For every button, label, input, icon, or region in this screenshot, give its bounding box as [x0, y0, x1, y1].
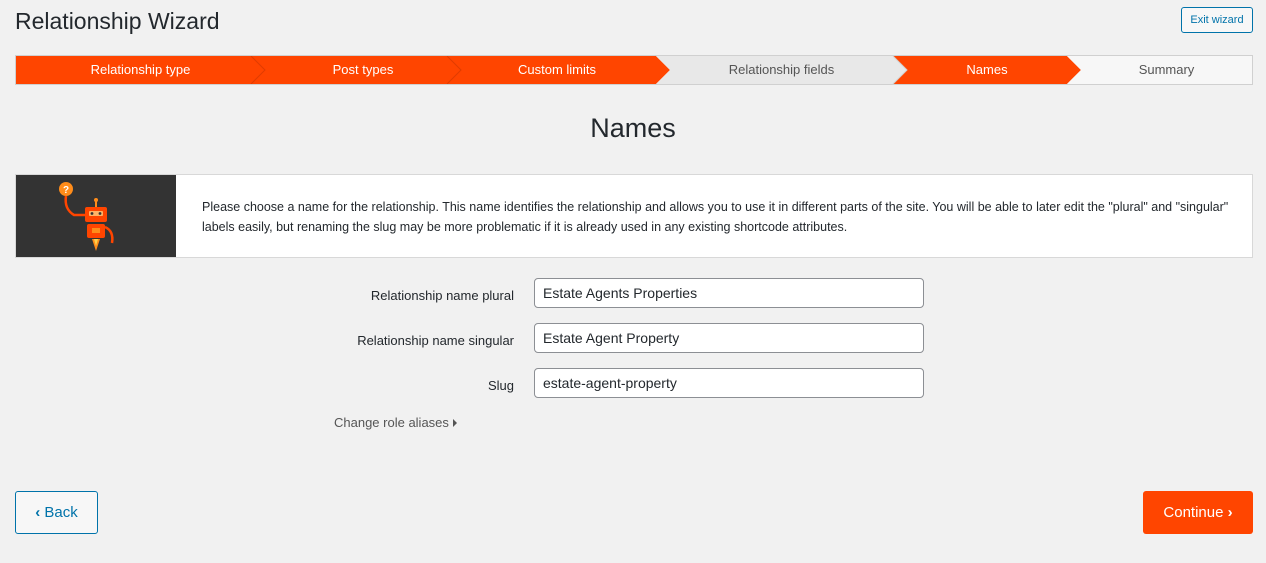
exit-wizard-button[interactable]: Exit wizard — [1181, 7, 1253, 33]
singular-name-label: Relationship name singular — [357, 333, 514, 348]
step-names[interactable]: Names — [907, 56, 1067, 84]
slug-input[interactable] — [534, 368, 924, 398]
caret-right-icon — [452, 418, 457, 427]
info-box: ? Please choose a name for the relations… — [15, 174, 1253, 258]
svg-text:?: ? — [63, 185, 69, 196]
page-title: Relationship Wizard — [15, 8, 220, 34]
chevron-left-icon: ‹ — [35, 504, 41, 521]
back-label: Back — [44, 504, 78, 521]
aliases-label: Change role aliases — [334, 415, 449, 430]
step-custom-limits[interactable]: Custom limits — [461, 56, 653, 84]
back-button[interactable]: ‹ Back — [15, 491, 98, 534]
singular-name-input[interactable] — [534, 323, 924, 353]
info-text: Please choose a name for the relationshi… — [202, 200, 1229, 234]
step-post-types[interactable]: Post types — [265, 56, 461, 84]
section-heading: Names — [590, 113, 676, 143]
step-summary[interactable]: Summary — [1081, 56, 1252, 84]
step-relationship-type[interactable]: Relationship type — [16, 56, 265, 84]
plural-name-input[interactable] — [534, 278, 924, 308]
slug-label: Slug — [487, 378, 514, 393]
step-relationship-fields[interactable]: Relationship fields — [670, 56, 893, 84]
robot-icon: ? — [59, 182, 114, 251]
change-role-aliases-toggle[interactable]: Change role aliases — [334, 415, 457, 430]
chevron-right-icon: › — [1227, 504, 1233, 521]
plural-name-label: Relationship name plural — [370, 288, 514, 303]
robot-mascot-image: ? — [16, 175, 176, 257]
continue-label: Continue — [1163, 504, 1224, 521]
wizard-steps: Relationship type Post types Custom limi… — [15, 55, 1253, 85]
continue-button[interactable]: Continue › — [1143, 491, 1253, 534]
